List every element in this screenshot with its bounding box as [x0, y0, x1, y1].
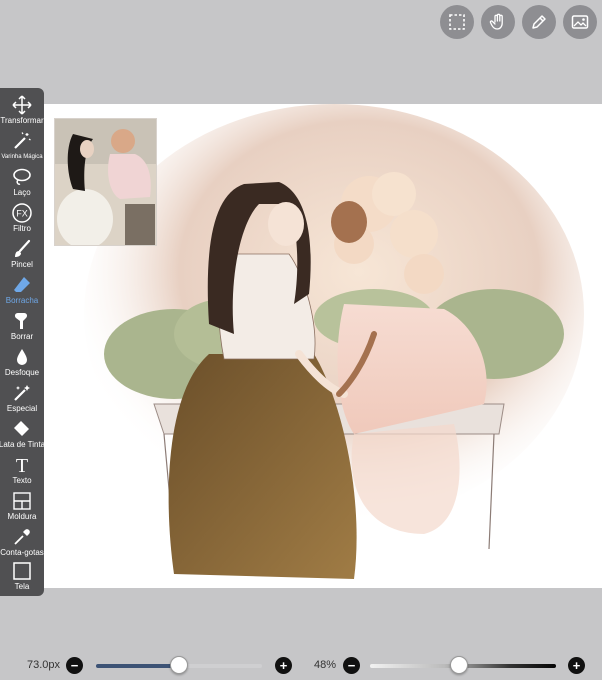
- paint-bucket-icon: [14, 421, 29, 436]
- tool-paint-bucket[interactable]: Lata de Tinta: [0, 418, 46, 454]
- pencil-icon: [532, 15, 546, 29]
- tool-special[interactable]: Especial: [0, 382, 44, 418]
- plus-icon: +: [572, 658, 581, 673]
- fx-icon: FX: [12, 203, 32, 223]
- tool-transform[interactable]: Transformar: [0, 94, 44, 130]
- minus-icon: −: [70, 658, 79, 673]
- opacity-increase-button[interactable]: +: [568, 657, 585, 674]
- tool-frame[interactable]: Moldura: [0, 490, 44, 526]
- brush-size-increase-button[interactable]: +: [275, 657, 292, 674]
- tool-paint-bucket-label: Lata de Tinta: [0, 440, 46, 449]
- eyedropper-icon: [14, 529, 30, 545]
- gesture-button[interactable]: [481, 5, 515, 39]
- tool-eyedropper[interactable]: Conta-gotas: [0, 526, 44, 562]
- brush-size-fill: [96, 664, 179, 668]
- tool-sidebar: Transformar Varinha Mágica Laço FX Filtr…: [0, 88, 46, 596]
- text-icon: T: [16, 455, 28, 475]
- tool-canvas-label: Tela: [14, 582, 30, 591]
- tool-eraser-label: Borracha: [5, 296, 39, 305]
- move-icon: [12, 95, 32, 115]
- tool-smudge-label: Borrar: [10, 332, 34, 341]
- special-icon: [14, 385, 30, 401]
- plus-icon: +: [279, 658, 288, 673]
- tool-frame-label: Moldura: [7, 512, 37, 521]
- tool-filter-label: Filtro: [13, 224, 31, 233]
- tool-transform-label: Transformar: [0, 116, 44, 125]
- brush-size-value: 73.0px: [27, 659, 61, 671]
- adjust-button[interactable]: [522, 5, 556, 39]
- magic-wand-icon: [14, 132, 31, 149]
- opacity-value: 48%: [314, 659, 337, 671]
- hand-icon: [489, 13, 503, 30]
- tool-blur-label: Desfoque: [4, 368, 40, 377]
- tool-lasso[interactable]: Laço: [0, 166, 44, 202]
- brush-size-slider-thumb[interactable]: [170, 656, 188, 674]
- frame-icon: [13, 492, 31, 510]
- tool-brush[interactable]: Pincel: [0, 238, 44, 274]
- tool-special-label: Especial: [6, 404, 38, 413]
- canvas-icon: [13, 562, 31, 580]
- tool-text[interactable]: T Texto: [0, 454, 44, 490]
- image-icon: [571, 15, 589, 29]
- opacity-decrease-button[interactable]: −: [343, 657, 360, 674]
- tool-magic-wand-label: Varinha Mágica: [1, 154, 43, 160]
- brush-size-decrease-button[interactable]: −: [66, 657, 83, 674]
- tool-canvas[interactable]: Tela: [0, 560, 44, 596]
- tool-smudge[interactable]: Borrar: [0, 310, 44, 346]
- blur-icon: [17, 349, 27, 365]
- text-icon-glyph: T: [16, 455, 28, 475]
- opacity-slider-thumb[interactable]: [450, 656, 469, 674]
- brush-icon: [15, 239, 31, 257]
- gallery-button[interactable]: [563, 5, 597, 39]
- tool-text-label: Texto: [12, 476, 32, 485]
- fx-icon-text: FX: [16, 209, 28, 219]
- reference-image[interactable]: [54, 118, 157, 246]
- dashed-square-icon: [449, 14, 465, 30]
- minus-icon: −: [347, 658, 356, 673]
- tool-magic-wand[interactable]: Varinha Mágica: [0, 130, 44, 166]
- smudge-icon: [14, 313, 28, 329]
- tool-eyedropper-label: Conta-gotas: [0, 548, 44, 557]
- tool-lasso-label: Laço: [13, 188, 31, 197]
- eraser-icon: [14, 277, 30, 292]
- selection-button[interactable]: [440, 5, 474, 39]
- tool-eraser[interactable]: Borracha: [0, 274, 44, 310]
- tool-blur[interactable]: Desfoque: [0, 346, 44, 382]
- reference-photo: [55, 119, 156, 245]
- lasso-icon: [13, 168, 31, 185]
- tool-filter[interactable]: FX Filtro: [0, 202, 44, 238]
- tool-brush-label: Pincel: [11, 260, 33, 269]
